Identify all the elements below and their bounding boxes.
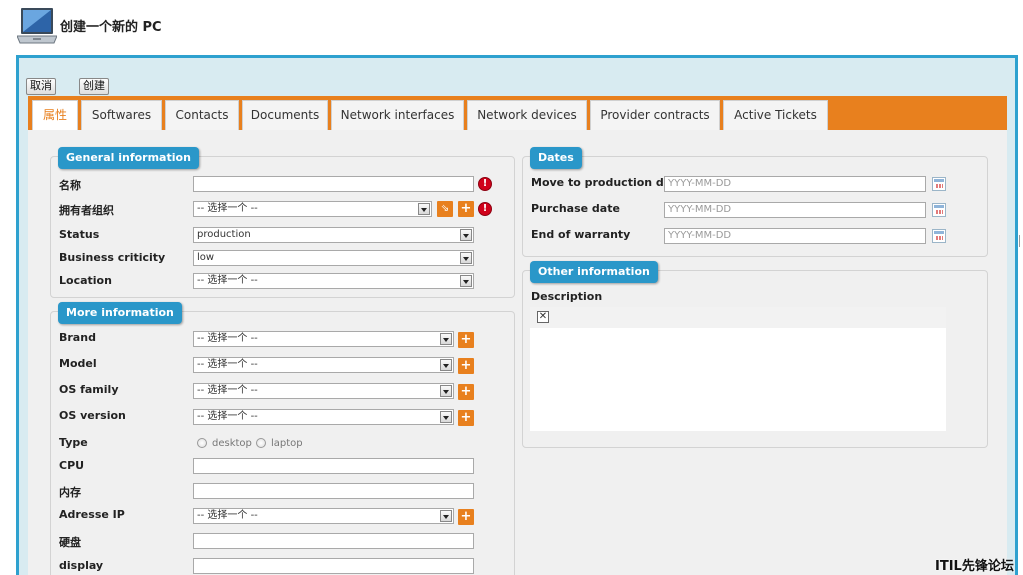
tab-content: General information 名称 ! 拥有者组织 -- 选择一个 -… (28, 130, 1007, 575)
other-information-legend: Other information (530, 261, 658, 283)
watermark-text: ITIL先锋论坛 (935, 559, 1014, 574)
type-laptop-radio[interactable] (256, 438, 266, 448)
purchase-date-label: Purchase date (531, 202, 620, 215)
page-header: 创建一个新的 PC (0, 0, 1023, 50)
page-title: 创建一个新的 PC (60, 20, 162, 35)
calendar-icon[interactable] (932, 177, 946, 191)
add-brand-button[interactable]: + (458, 332, 474, 348)
org-label: 拥有者组织 (59, 204, 114, 217)
tab-softwares[interactable]: Softwares (81, 100, 162, 130)
chevron-down-icon (440, 359, 452, 371)
description-label: Description (531, 290, 603, 303)
chevron-down-icon (460, 252, 472, 264)
required-icon: ! (478, 177, 492, 191)
required-icon: ! (478, 202, 492, 216)
scrollbar-handle[interactable] (1019, 235, 1023, 247)
model-select[interactable]: -- 选择一个 -- (193, 357, 454, 373)
display-field[interactable] (193, 558, 474, 574)
brand-select[interactable]: -- 选择一个 -- (193, 331, 454, 347)
general-information-legend: General information (58, 147, 199, 169)
location-label: Location (59, 274, 112, 287)
dates-legend: Dates (530, 147, 582, 169)
os-version-select[interactable]: -- 选择一个 -- (193, 409, 454, 425)
tab-bar: 属性 Softwares Contacts Documents Network … (28, 96, 1007, 130)
editor-toolbar: ✕ (530, 307, 946, 328)
tab-network-devices[interactable]: Network devices (467, 100, 587, 130)
add-model-button[interactable]: + (458, 358, 474, 374)
calendar-icon[interactable] (932, 229, 946, 243)
cpu-label: CPU (59, 459, 85, 472)
os-version-select-value: -- 选择一个 -- (197, 411, 258, 422)
org-select[interactable]: -- 选择一个 -- (193, 201, 432, 217)
tab-documents[interactable]: Documents (242, 100, 328, 130)
status-label: Status (59, 228, 100, 241)
type-laptop-label: laptop (271, 438, 303, 449)
tab-active-tickets[interactable]: Active Tickets (723, 100, 828, 130)
create-button[interactable]: 创建 (79, 78, 109, 95)
description-editor[interactable]: ✕ (530, 307, 946, 431)
status-select-value: production (197, 229, 251, 240)
close-icon[interactable]: ✕ (537, 311, 549, 323)
date-placeholder: YYYY-MM-DD (668, 204, 732, 215)
os-version-label: OS version (59, 409, 126, 422)
add-os-family-button[interactable]: + (458, 384, 474, 400)
cancel-button[interactable]: 取消 (26, 78, 56, 95)
tab-provider-contracts[interactable]: Provider contracts (590, 100, 720, 130)
criticity-select[interactable]: low (193, 250, 474, 266)
brand-select-value: -- 选择一个 -- (197, 333, 258, 344)
type-desktop-label: desktop (212, 438, 252, 449)
ram-field[interactable] (193, 483, 474, 499)
laptop-icon (17, 8, 57, 44)
chevron-down-icon (440, 385, 452, 397)
chevron-down-icon (460, 275, 472, 287)
hierarchy-icon[interactable]: ⇘ (437, 201, 453, 217)
warranty-date-label: End of warranty (531, 228, 631, 241)
ip-select-value: -- 选择一个 -- (197, 510, 258, 521)
purchase-date-field[interactable]: YYYY-MM-DD (664, 202, 926, 218)
brand-label: Brand (59, 331, 96, 344)
add-ip-button[interactable]: + (458, 509, 474, 525)
cpu-field[interactable] (193, 458, 474, 474)
tab-contacts[interactable]: Contacts (165, 100, 239, 130)
tab-properties[interactable]: 属性 (32, 100, 78, 130)
type-label: Type (59, 436, 88, 449)
disk-label: 硬盘 (59, 536, 81, 549)
criticity-select-value: low (197, 252, 215, 263)
page: 创建一个新的 PC 取消 创建 属性 Softwares Contacts Do… (0, 0, 1023, 575)
ip-select[interactable]: -- 选择一个 -- (193, 508, 454, 524)
date-placeholder: YYYY-MM-DD (668, 230, 732, 241)
chevron-down-icon (440, 411, 452, 423)
location-select[interactable]: -- 选择一个 -- (193, 273, 474, 289)
add-os-version-button[interactable]: + (458, 410, 474, 426)
tab-network-interfaces[interactable]: Network interfaces (331, 100, 464, 130)
disk-field[interactable] (193, 533, 474, 549)
display-label: display (59, 559, 104, 572)
model-label: Model (59, 357, 97, 370)
chevron-down-icon (440, 333, 452, 345)
date-placeholder: YYYY-MM-DD (668, 178, 732, 189)
location-select-value: -- 选择一个 -- (197, 275, 258, 286)
criticity-label: Business criticity (59, 251, 166, 264)
chevron-down-icon (440, 510, 452, 522)
os-family-select-value: -- 选择一个 -- (197, 385, 258, 396)
chevron-down-icon (418, 203, 430, 215)
more-information-legend: More information (58, 302, 182, 324)
calendar-icon[interactable] (932, 203, 946, 217)
status-select[interactable]: production (193, 227, 474, 243)
name-label: 名称 (59, 179, 81, 192)
ip-label: Adresse IP (59, 508, 125, 521)
os-family-label: OS family (59, 383, 119, 396)
org-select-value: -- 选择一个 -- (197, 203, 258, 214)
chevron-down-icon (460, 229, 472, 241)
os-family-select[interactable]: -- 选择一个 -- (193, 383, 454, 399)
ram-label: 内存 (59, 486, 81, 499)
name-field[interactable] (193, 176, 474, 192)
model-select-value: -- 选择一个 -- (197, 359, 258, 370)
add-org-button[interactable]: + (458, 201, 474, 217)
main-frame: 取消 创建 属性 Softwares Contacts Documents Ne… (16, 55, 1018, 575)
warranty-date-field[interactable]: YYYY-MM-DD (664, 228, 926, 244)
type-desktop-radio[interactable] (197, 438, 207, 448)
production-date-label: Move to production date (531, 176, 684, 189)
production-date-field[interactable]: YYYY-MM-DD (664, 176, 926, 192)
